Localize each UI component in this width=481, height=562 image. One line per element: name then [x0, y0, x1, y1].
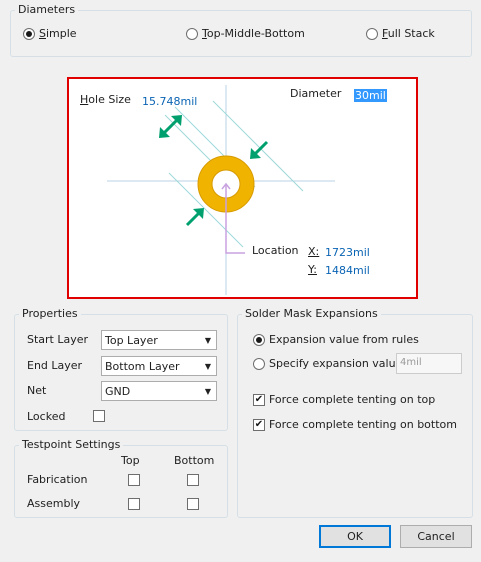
radio-tmb-dot[interactable] [186, 27, 198, 40]
end-layer-label: End Layer [27, 359, 83, 372]
radio-simple-label: Simple [39, 27, 77, 40]
location-y-label: Y: [308, 263, 317, 276]
via-preview-panel: Hole Size 15.748mil Diameter 30mil Locat… [67, 77, 418, 299]
end-layer-value: Bottom Layer [105, 359, 180, 373]
location-y-value[interactable]: 1484mil [325, 264, 370, 277]
locked-checkbox[interactable] [93, 410, 105, 422]
assembly-top-checkbox[interactable] [128, 498, 140, 510]
chevron-down-icon[interactable]: ▼ [200, 336, 216, 345]
radio-full-stack[interactable]: Full Stack [366, 27, 435, 40]
radio-simple-dot[interactable] [23, 27, 35, 40]
radio-top-middle-bottom[interactable]: Top-Middle-Bottom [186, 27, 305, 40]
end-layer-select[interactable]: Bottom Layer ▼ [101, 356, 217, 376]
testpoint-col-top: Top [121, 454, 140, 467]
locked-label: Locked [27, 410, 66, 423]
chevron-down-icon[interactable]: ▼ [200, 387, 216, 396]
hole-size-label: Hole Size [80, 93, 131, 106]
start-layer-value: Top Layer [105, 333, 158, 347]
location-label: Location [252, 244, 299, 257]
location-x-label: X: [308, 245, 320, 258]
radio-full-stack-label: Full Stack [382, 27, 435, 40]
solder-mask-group: Solder Mask Expansions Expansion value f… [237, 307, 473, 518]
diameter-value[interactable]: 30mil [354, 89, 387, 102]
radio-specify-label: Specify expansion value [269, 357, 403, 370]
chevron-down-icon[interactable]: ▼ [200, 362, 216, 371]
testpoint-row-fabrication: Fabrication [27, 473, 88, 486]
diameter-label: Diameter [290, 87, 342, 100]
radio-tmb-label: Top-Middle-Bottom [202, 27, 305, 40]
properties-title: Properties [19, 307, 81, 320]
properties-group: Properties Start Layer Top Layer ▼ End L… [14, 307, 228, 431]
ok-button[interactable]: OK [319, 525, 391, 548]
testpoint-group: Testpoint Settings Top Bottom Fabricatio… [14, 438, 228, 518]
net-select[interactable]: GND ▼ [101, 381, 217, 401]
start-layer-select[interactable]: Top Layer ▼ [101, 330, 217, 350]
testpoint-row-assembly: Assembly [27, 497, 81, 510]
radio-specify-expansion[interactable]: Specify expansion value [253, 357, 402, 370]
radio-specify-dot[interactable] [253, 357, 265, 370]
location-x-value[interactable]: 1723mil [325, 246, 370, 259]
tent-top-checkbox[interactable]: ✔ [253, 394, 265, 406]
tent-bottom-label: Force complete tenting on bottom [269, 418, 457, 431]
cancel-button[interactable]: Cancel [400, 525, 472, 548]
net-label: Net [27, 384, 47, 397]
hole-size-value[interactable]: 15.748mil [142, 95, 197, 108]
solder-mask-title: Solder Mask Expansions [242, 307, 381, 320]
start-layer-label: Start Layer [27, 333, 89, 346]
radio-full-stack-dot[interactable] [366, 27, 378, 40]
expansion-value-input[interactable]: 4mil [396, 353, 462, 374]
tent-bottom-checkbox[interactable]: ✔ [253, 419, 265, 431]
fabrication-bottom-checkbox[interactable] [187, 474, 199, 486]
radio-expansion-from-rules[interactable]: Expansion value from rules [253, 333, 419, 346]
net-value: GND [105, 384, 131, 398]
radio-rules-dot[interactable] [253, 333, 265, 346]
testpoint-col-bottom: Bottom [174, 454, 215, 467]
fabrication-top-checkbox[interactable] [128, 474, 140, 486]
assembly-bottom-checkbox[interactable] [187, 498, 199, 510]
diameters-title: Diameters [15, 3, 79, 16]
diameters-group: Diameters Simple Top-Middle-Bottom Full … [10, 3, 472, 57]
testpoint-title: Testpoint Settings [19, 438, 124, 451]
tent-top-label: Force complete tenting on top [269, 393, 436, 406]
expansion-value-text: 4mil [400, 357, 422, 368]
radio-simple[interactable]: Simple [23, 27, 77, 40]
radio-rules-label: Expansion value from rules [269, 333, 419, 346]
